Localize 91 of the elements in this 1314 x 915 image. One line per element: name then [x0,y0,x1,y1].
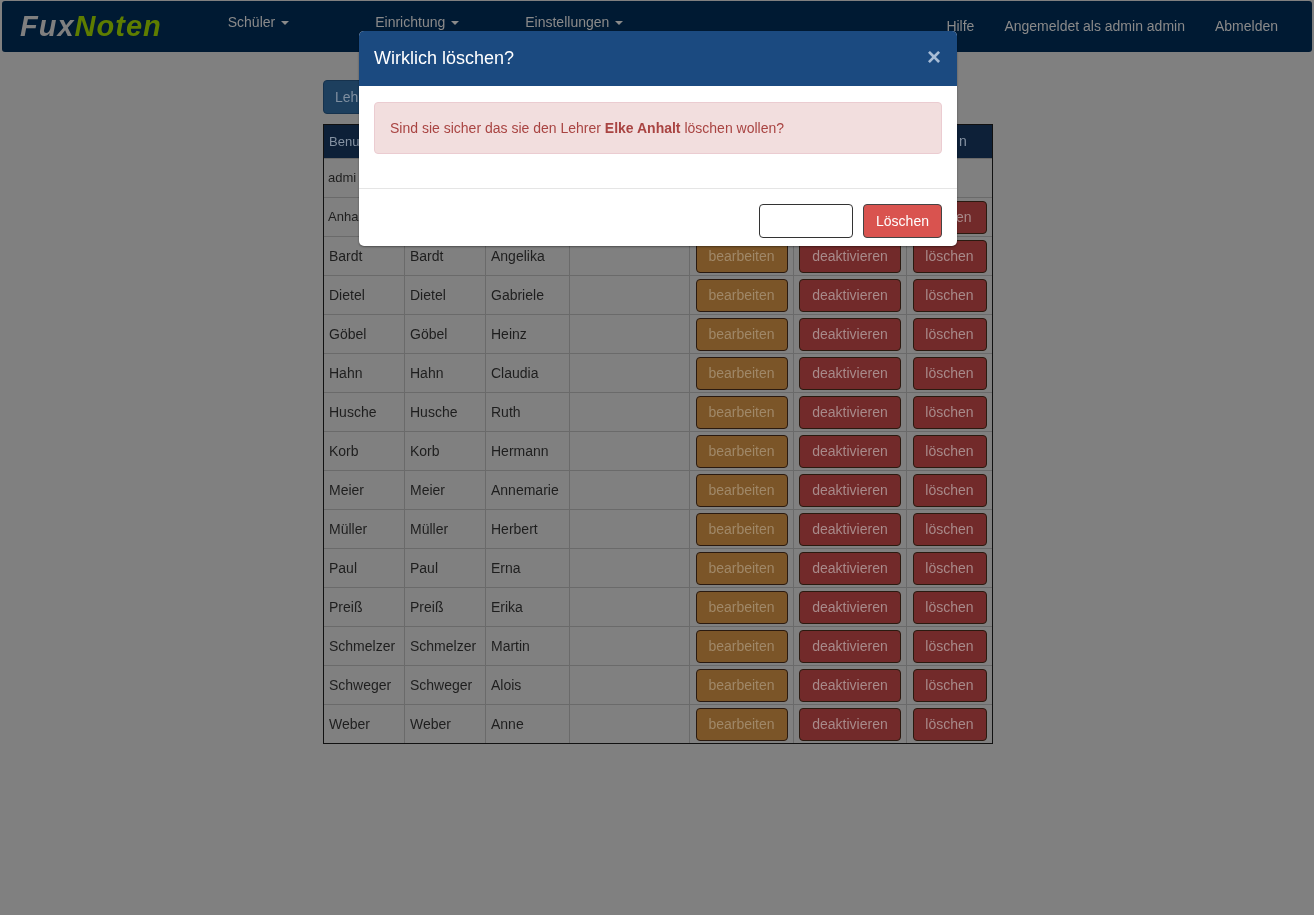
table-cell-text: Paul [328,558,358,578]
edit-button[interactable]: bearbeiten [695,278,788,312]
table-cell-text: Heinz [490,324,527,344]
deactivate-button[interactable]: deaktivieren [799,278,901,312]
table-cell-text: Schmelzer [328,636,396,656]
table-cell-text: Hahn [328,363,363,383]
table-cell-text: Claudia [490,363,539,383]
table-cell-text: Herbert [490,519,538,539]
table-cell-text: Ruth [490,402,521,422]
table-cell-text: Göbel [409,324,448,344]
deactivate-button[interactable]: deaktivieren [799,395,901,429]
column-header: n [959,132,968,151]
deactivate-button[interactable]: deaktivieren [799,356,901,390]
menu-link[interactable]: Einrichtung [375,12,460,33]
blank-button[interactable] [759,204,853,238]
edit-button[interactable]: bearbeiten [695,668,788,702]
deactivate-button[interactable]: deaktivieren [799,668,901,702]
delete-button[interactable]: löschen [912,278,987,312]
table-cell-text: Korb [409,441,440,461]
nav-link[interactable]: Abmelden [1214,16,1278,37]
table-cell-text: Preiß [409,597,444,617]
delete-button[interactable]: löschen [912,629,987,663]
table-cell-text: Angelika [490,246,545,266]
table-cell-text: Anne [490,714,524,734]
delete-button[interactable]: löschen [912,668,987,702]
table-cell-text: Meier [409,480,445,500]
delete-button[interactable]: löschen [912,395,987,429]
deactivate-button[interactable]: deaktivieren [799,434,901,468]
delete-button[interactable]: löschen [912,317,987,351]
table-cell-text: Alois [490,675,522,695]
delete-button[interactable]: löschen [912,512,987,546]
edit-button[interactable]: bearbeiten [695,434,788,468]
table-cell-text: Husche [409,402,458,422]
edit-button[interactable]: bearbeiten [695,707,788,741]
edit-button[interactable]: bearbeiten [695,551,788,585]
delete-button[interactable]: löschen [912,590,987,624]
table-cell-text: Preiß [328,597,363,617]
table-cell-text: Martin [490,636,530,656]
menu-link[interactable]: Schüler [227,12,290,33]
menu-link[interactable]: Einstellungen [525,12,624,33]
edit-button[interactable]: bearbeiten [695,590,788,624]
table-cell-text: Weber [328,714,370,734]
table-cell-text: Erika [490,597,523,617]
table-cell-text: Müller [409,519,449,539]
table-cell-text: Schweger [409,675,473,695]
table-cell-text: Hermann [490,441,549,461]
confirm-delete-button[interactable]: Löschen [863,204,942,238]
table-cell-text: Husche [328,402,377,422]
deactivate-button[interactable]: deaktivieren [799,317,901,351]
table-cell-text: Dietel [328,285,365,305]
delete-button[interactable]: löschen [912,434,987,468]
table-cell-text: Bardt [409,246,444,266]
table-cell-text: admi [327,169,357,188]
edit-button[interactable]: bearbeiten [695,317,788,351]
table-cell-text: Gabriele [490,285,544,305]
table-cell-text: Anha [327,208,359,227]
table-cell-text: Erna [490,558,521,578]
delete-button[interactable]: löschen [912,356,987,390]
edit-button[interactable]: bearbeiten [695,356,788,390]
edit-button[interactable]: bearbeiten [695,512,788,546]
table-cell-text: Müller [328,519,368,539]
deactivate-button[interactable]: deaktivieren [799,590,901,624]
column-header: Benu [328,132,360,151]
edit-button[interactable]: bearbeiten [695,473,788,507]
table-cell-text: Weber [409,714,451,734]
table-cell-text: Korb [328,441,359,461]
table-cell-text: Schweger [328,675,392,695]
edit-button[interactable]: bearbeiten [695,395,788,429]
deactivate-button[interactable]: deaktivieren [799,707,901,741]
table-cell-text: Bardt [328,246,363,266]
dialog-title: Wirklich löschen? [374,47,515,70]
delete-button[interactable]: löschen [912,551,987,585]
table-cell-text: Schmelzer [409,636,477,656]
brand-logo[interactable]: FuxNoten [20,12,162,41]
delete-button[interactable]: löschen [912,473,987,507]
nav-link[interactable]: Hilfe [946,16,975,37]
table-cell-text: Annemarie [490,480,559,500]
table-cell-text: Paul [409,558,439,578]
deactivate-button[interactable]: deaktivieren [799,629,901,663]
edit-button[interactable]: bearbeiten [695,629,788,663]
table-cell-text: Dietel [409,285,446,305]
close-button[interactable]: × [927,45,941,69]
nav-link[interactable]: Angemeldet als admin admin [1004,16,1185,37]
table-cell-text: Meier [328,480,364,500]
table-cell-text: Göbel [328,324,367,344]
deactivate-button[interactable]: deaktivieren [799,512,901,546]
alert-text: Sind sie sicher das sie den Lehrer Elke Anhalt löschen wollen? [390,118,785,138]
table-cell-text: Hahn [409,363,444,383]
deactivate-button[interactable]: deaktivieren [799,551,901,585]
delete-button[interactable]: löschen [912,707,987,741]
deactivate-button[interactable]: deaktivieren [799,473,901,507]
